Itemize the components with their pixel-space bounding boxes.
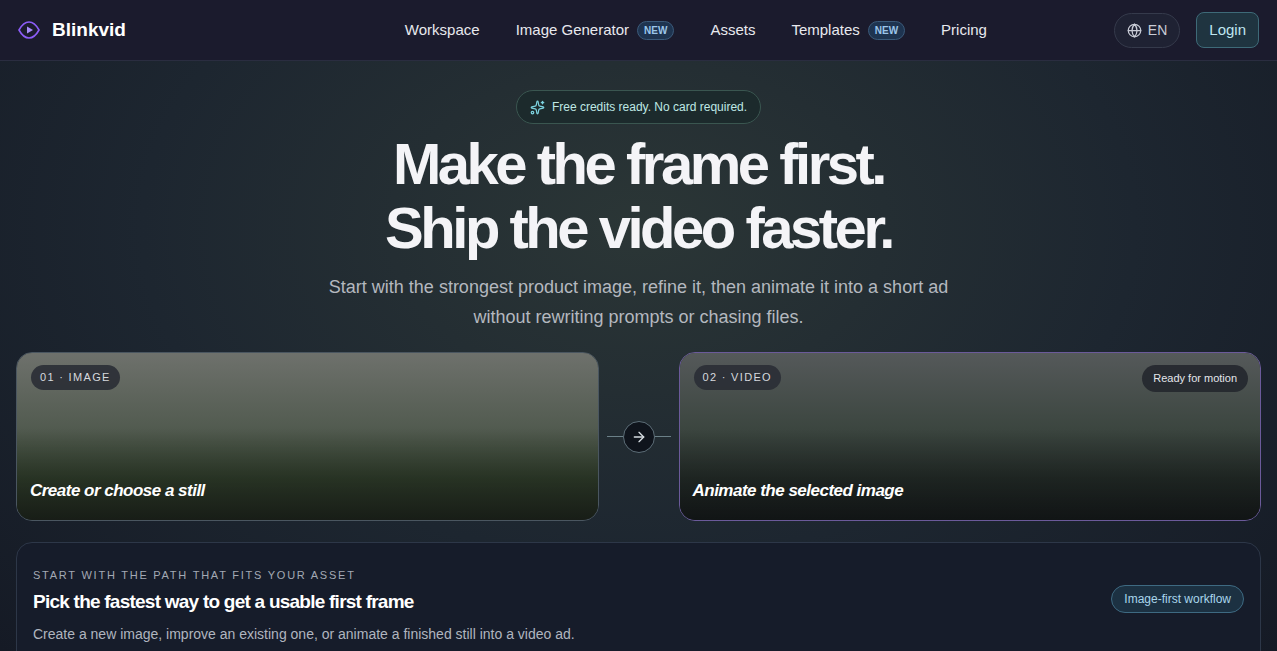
step-card[interactable]: 01 · IMAGE Create or choose a still [16, 352, 599, 521]
eyebrow: START WITH THE PATH THAT FITS YOUR ASSET [33, 567, 575, 584]
subtitle: Start with the strongest product image, … [329, 272, 948, 332]
step-connector [607, 421, 671, 453]
nav-link[interactable]: Pricing [941, 19, 987, 42]
steps: 01 · IMAGE Create or choose a still 02 · V… [16, 352, 1261, 521]
hero: Free credits ready. No card required. Mak… [0, 61, 1277, 651]
nav-link[interactable]: Workspace [405, 19, 480, 42]
status-badge: Ready for motion [1142, 365, 1248, 392]
credits-pill: Free credits ready. No card required. [516, 90, 761, 124]
step-badge: 01 · IMAGE [31, 365, 120, 390]
nav-links: Workspace Image GeneratorNEW Assets Templat… [318, 19, 1114, 42]
path-panel: START WITH THE PATH THAT FITS YOUR ASSET… [16, 542, 1261, 651]
new-badge: NEW [868, 21, 905, 40]
page: Blinkvid Workspace Image GeneratorNEW Asset… [0, 0, 1277, 651]
workflow-tag: Image-first workflow [1111, 585, 1244, 613]
nav-link[interactable]: Assets [710, 19, 755, 42]
step-caption: Create or choose a still [30, 478, 205, 504]
navbar: Blinkvid Workspace Image GeneratorNEW Asset… [0, 0, 1277, 61]
login-button[interactable]: Login [1196, 12, 1259, 49]
new-badge: NEW [637, 21, 674, 40]
arrow-right-icon [631, 429, 647, 445]
language-button[interactable]: EN [1114, 13, 1180, 48]
headline: Make the frame first.Ship the video fast… [385, 132, 892, 260]
step-card[interactable]: 02 · VIDEO Ready for motion Animate the se… [679, 352, 1262, 521]
panel-description: Create a new image, improve an existing … [33, 624, 575, 645]
nav-link[interactable]: TemplatesNEW [791, 19, 905, 42]
nav-link[interactable]: Image GeneratorNEW [516, 19, 675, 42]
brand[interactable]: Blinkvid [18, 16, 318, 45]
step-badge: 02 · VIDEO [694, 365, 781, 390]
step-caption: Animate the selected image [693, 478, 904, 504]
sparkles-icon [530, 100, 545, 115]
globe-icon [1127, 23, 1142, 38]
panel-title: Pick the fastest way to get a usable fir… [33, 588, 575, 617]
logo-icon [18, 21, 40, 39]
